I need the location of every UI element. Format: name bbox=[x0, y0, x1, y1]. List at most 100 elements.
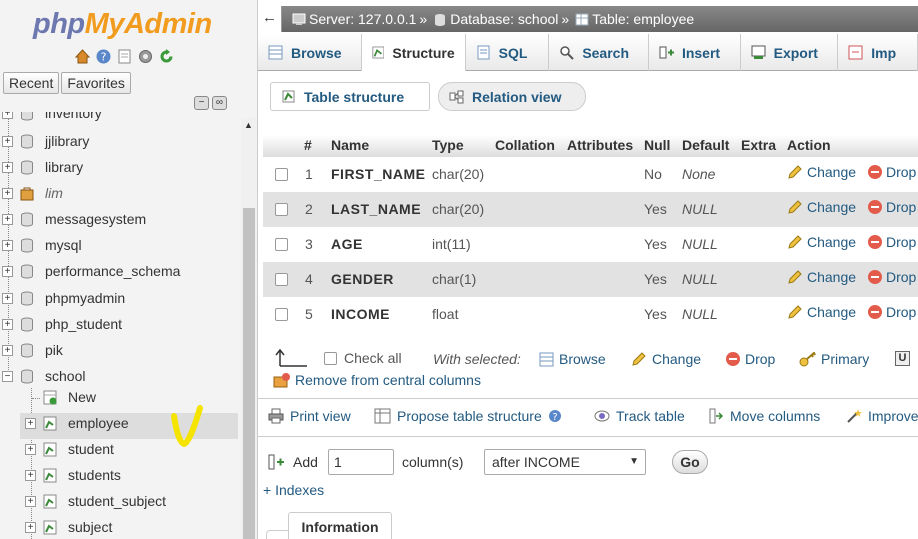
bulk-change-button[interactable]: Change bbox=[631, 351, 701, 367]
expand-icon[interactable]: + bbox=[2, 266, 13, 277]
tree-item-pik[interactable]: + pik bbox=[0, 339, 240, 363]
drop-button[interactable]: Drop bbox=[868, 304, 916, 320]
home-icon[interactable] bbox=[74, 48, 91, 65]
drop-button[interactable]: Drop bbox=[868, 269, 916, 285]
table-structure-icon bbox=[43, 416, 57, 431]
scroll-up-icon[interactable]: ▲ bbox=[244, 120, 253, 130]
indexes-toggle[interactable]: + Indexes bbox=[263, 482, 324, 498]
row-checkbox[interactable] bbox=[275, 203, 288, 216]
breadcrumb-table[interactable]: Table: employee bbox=[575, 11, 694, 27]
tree-item-messagesystem[interactable]: + messagesystem bbox=[0, 208, 240, 232]
svg-text:?: ? bbox=[552, 412, 557, 423]
link-icon[interactable]: ∞ bbox=[212, 96, 227, 110]
tab-sql[interactable]: SQL bbox=[466, 34, 550, 71]
drop-button[interactable]: Drop bbox=[868, 164, 916, 180]
tab-structure[interactable]: Structure bbox=[361, 34, 466, 71]
row-number: 2 bbox=[305, 201, 313, 217]
breadcrumb-server[interactable]: Server: 127.0.0.1 bbox=[292, 11, 416, 27]
info-icon[interactable]: ? bbox=[95, 48, 112, 65]
tree-item-mysql[interactable]: + mysql bbox=[0, 234, 240, 258]
tab-insert[interactable]: Insert bbox=[649, 34, 741, 71]
tree-item-performance_schema[interactable]: + performance_schema bbox=[0, 260, 240, 284]
phpmyadmin-logo[interactable]: phpMyAdmin bbox=[33, 8, 212, 41]
table-header-row: # Name Type Collation Attributes Null De… bbox=[263, 135, 918, 157]
row-number: 4 bbox=[305, 271, 313, 287]
export-icon bbox=[751, 45, 766, 59]
drop-button[interactable]: Drop bbox=[868, 199, 916, 215]
expand-icon[interactable]: + bbox=[2, 345, 13, 356]
expand-icon[interactable]: + bbox=[25, 496, 36, 507]
drop-button[interactable]: Drop bbox=[868, 234, 916, 250]
tree-item-jjlibrary[interactable]: + jjlibrary bbox=[0, 130, 240, 154]
tree-item-student_subject[interactable]: + student_subject bbox=[0, 490, 240, 514]
bulk-drop-button[interactable]: Drop bbox=[726, 351, 775, 367]
expand-icon[interactable]: + bbox=[25, 444, 36, 455]
expand-icon[interactable]: + bbox=[25, 418, 36, 429]
help-icon[interactable]: ? bbox=[548, 409, 562, 423]
expand-icon[interactable]: + bbox=[2, 162, 13, 173]
back-icon[interactable]: ← bbox=[258, 6, 282, 32]
bulk-primary-button[interactable]: Primary bbox=[799, 351, 869, 367]
relation-view-tab[interactable]: Relation view bbox=[438, 82, 586, 111]
print-view-link[interactable]: Print view bbox=[268, 408, 351, 424]
improve-structure-link[interactable]: Improve bbox=[846, 408, 918, 424]
track-table-link[interactable]: Track table bbox=[594, 408, 685, 424]
expand-icon[interactable]: + bbox=[25, 522, 36, 533]
go-button[interactable]: Go bbox=[672, 450, 708, 474]
table-structure-tab[interactable]: Table structure bbox=[270, 82, 430, 111]
expand-icon[interactable]: + bbox=[2, 214, 13, 225]
tree-item-lim[interactable]: + lim bbox=[0, 182, 240, 206]
tab-search[interactable]: Search bbox=[549, 34, 649, 71]
nav-scrollbar[interactable]: ▲ bbox=[241, 118, 257, 539]
scroll-thumb[interactable] bbox=[243, 208, 255, 539]
collapse-icon[interactable]: − bbox=[2, 371, 13, 382]
bulk-browse-button[interactable]: Browse bbox=[539, 351, 606, 367]
tree-item-library[interactable]: + library bbox=[0, 156, 240, 180]
tree-item-inventory[interactable]: + inventory bbox=[0, 112, 240, 126]
remove-central-columns-button[interactable]: Remove from central columns bbox=[273, 372, 481, 388]
settings-icon[interactable] bbox=[137, 48, 154, 65]
tree-item-students[interactable]: + students bbox=[0, 464, 240, 488]
tab-export[interactable]: Export bbox=[741, 34, 839, 71]
change-button[interactable]: Change bbox=[787, 199, 856, 215]
with-selected-label: With selected: bbox=[433, 351, 521, 367]
tree-item-phpmyadmin[interactable]: + phpmyadmin bbox=[0, 287, 240, 311]
expand-icon[interactable]: + bbox=[2, 240, 13, 251]
pencil-icon bbox=[788, 165, 802, 179]
bulk-unique-button[interactable]: U bbox=[895, 351, 910, 366]
move-columns-link[interactable]: Move columns bbox=[708, 408, 820, 424]
tab-imp[interactable]: Imp bbox=[838, 34, 918, 71]
collapse-all-icon[interactable]: − bbox=[194, 96, 209, 110]
change-button[interactable]: Change bbox=[787, 164, 856, 180]
change-button[interactable]: Change bbox=[787, 269, 856, 285]
tree-item-subject[interactable]: + subject bbox=[0, 516, 240, 539]
expand-icon[interactable]: + bbox=[2, 293, 13, 304]
check-all-checkbox[interactable] bbox=[324, 351, 337, 365]
column-position-select[interactable]: after INCOME ▼ bbox=[484, 449, 646, 475]
check-all[interactable]: Check all bbox=[324, 350, 402, 366]
change-button[interactable]: Change bbox=[787, 304, 856, 320]
row-checkbox[interactable] bbox=[275, 308, 288, 321]
expand-icon[interactable]: + bbox=[2, 136, 13, 147]
change-button[interactable]: Change bbox=[787, 234, 856, 250]
tree-item-php_student[interactable]: + php_student bbox=[0, 313, 240, 337]
tab-browse[interactable]: Browse bbox=[258, 34, 362, 71]
bulk-browse-label: Browse bbox=[559, 351, 606, 367]
drop-label: Drop bbox=[886, 234, 917, 250]
reload-icon[interactable] bbox=[158, 48, 175, 65]
expand-icon[interactable]: + bbox=[2, 188, 13, 199]
row-checkbox[interactable] bbox=[275, 238, 288, 251]
row-checkbox[interactable] bbox=[275, 273, 288, 286]
expand-icon[interactable]: + bbox=[2, 112, 13, 119]
expand-icon[interactable]: + bbox=[25, 470, 36, 481]
tab-label: Browse bbox=[291, 44, 342, 61]
column-count-input[interactable] bbox=[328, 449, 394, 475]
drop-icon bbox=[868, 200, 882, 214]
recent-tab[interactable]: Recent bbox=[3, 72, 60, 94]
breadcrumb-database[interactable]: Database: school bbox=[433, 11, 558, 27]
propose-structure-link[interactable]: Propose table structure ? bbox=[374, 408, 562, 424]
row-checkbox[interactable] bbox=[275, 168, 288, 181]
docs-icon[interactable] bbox=[116, 48, 133, 65]
favorites-tab[interactable]: Favorites bbox=[61, 72, 131, 94]
expand-icon[interactable]: + bbox=[2, 319, 13, 330]
